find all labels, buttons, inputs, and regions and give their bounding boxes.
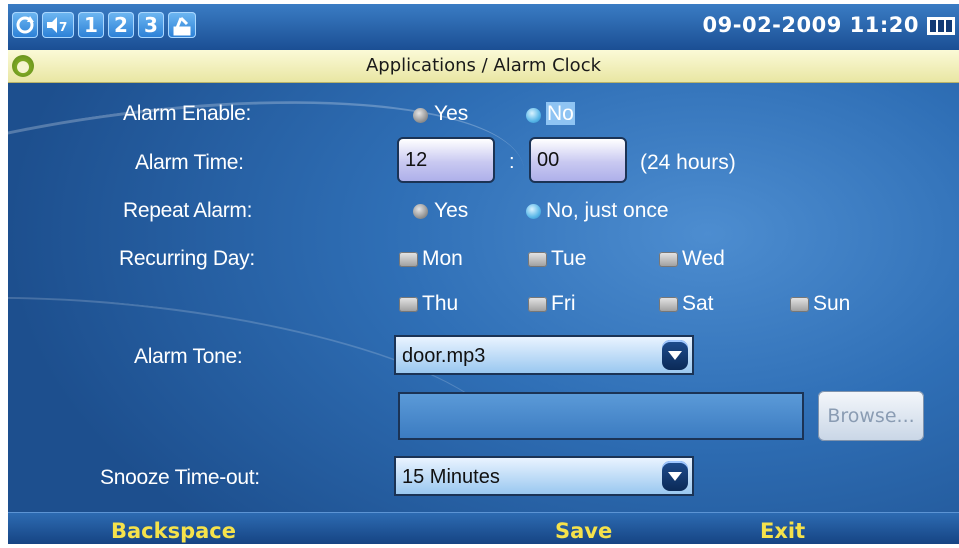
repeat-no-label[interactable]: No, just once (546, 199, 669, 223)
title-bar: Applications / Alarm Clock (8, 50, 959, 83)
mon-label[interactable]: Mon (422, 247, 463, 271)
alarm-time-hint: (24 hours) (640, 151, 736, 174)
save-softkey[interactable]: Save (555, 519, 612, 543)
backspace-softkey[interactable]: Backspace (111, 519, 236, 543)
status-bar: 7 1 2 3 09-02-2009 11:20 (8, 4, 959, 50)
wed-checkbox[interactable] (659, 252, 678, 267)
snooze-timeout-select[interactable]: 15 Minutes (394, 456, 694, 496)
chevron-down-icon[interactable] (662, 461, 688, 491)
alarm-enable-yes-label[interactable]: Yes (434, 102, 468, 126)
alarm-enable-no-label[interactable]: No (546, 102, 575, 126)
repeat-alarm-label: Repeat Alarm: (123, 199, 253, 222)
page-title: Applications / Alarm Clock (365, 55, 602, 76)
sun-label[interactable]: Sun (813, 292, 850, 316)
recurring-day-label: Recurring Day: (119, 247, 255, 270)
line-1-icon[interactable]: 1 (78, 12, 104, 38)
sat-checkbox[interactable] (659, 297, 678, 312)
sim-card-icon[interactable] (168, 12, 196, 38)
exit-softkey[interactable]: Exit (760, 519, 805, 543)
alarm-tone-path-input[interactable] (398, 392, 804, 440)
fri-checkbox[interactable] (528, 297, 547, 312)
sat-label[interactable]: Sat (682, 292, 714, 316)
alarm-time-label: Alarm Time: (135, 151, 244, 174)
repeat-yes-label[interactable]: Yes (434, 199, 468, 223)
chevron-down-icon[interactable] (662, 340, 688, 370)
volume-icon[interactable]: 7 (42, 12, 74, 38)
softkey-bar: Backspace Save Exit (8, 512, 959, 544)
status-datetime: 09-02-2009 11:20 (702, 13, 919, 37)
line-3-icon[interactable]: 3 (138, 12, 164, 38)
browse-button[interactable]: Browse... (818, 391, 924, 441)
sun-checkbox[interactable] (790, 297, 809, 312)
tue-label[interactable]: Tue (551, 247, 586, 271)
wed-label[interactable]: Wed (682, 247, 725, 271)
fri-label[interactable]: Fri (551, 292, 576, 316)
mon-checkbox[interactable] (399, 252, 418, 267)
alarm-tone-select[interactable]: door.mp3 (394, 335, 694, 375)
sync-icon[interactable] (12, 12, 38, 38)
battery-icon (927, 17, 955, 35)
alarm-hour-input[interactable]: 12 (397, 137, 495, 183)
alarm-enable-yes-radio[interactable] (413, 108, 428, 123)
snooze-timeout-label: Snooze Time-out: (100, 466, 260, 489)
alarm-enable-no-text: No (546, 102, 575, 125)
repeat-no-radio[interactable] (526, 204, 541, 219)
alarm-tone-label: Alarm Tone: (134, 345, 243, 368)
line-2-icon[interactable]: 2 (108, 12, 134, 38)
alarm-enable-label: Alarm Enable: (123, 102, 251, 125)
thu-checkbox[interactable] (399, 297, 418, 312)
repeat-yes-radio[interactable] (413, 204, 428, 219)
alarm-minute-input[interactable]: 00 (529, 137, 627, 183)
thu-label[interactable]: Thu (422, 292, 458, 316)
snooze-timeout-value: 15 Minutes (402, 466, 500, 488)
time-separator: : (509, 151, 515, 173)
tue-checkbox[interactable] (528, 252, 547, 267)
svg-text:7: 7 (59, 20, 67, 34)
alarm-enable-no-radio[interactable] (526, 108, 541, 123)
alarm-tone-value: door.mp3 (402, 345, 486, 367)
alarm-clock-screen: 7 1 2 3 09-02-2009 11:20 Applications / … (8, 4, 959, 544)
